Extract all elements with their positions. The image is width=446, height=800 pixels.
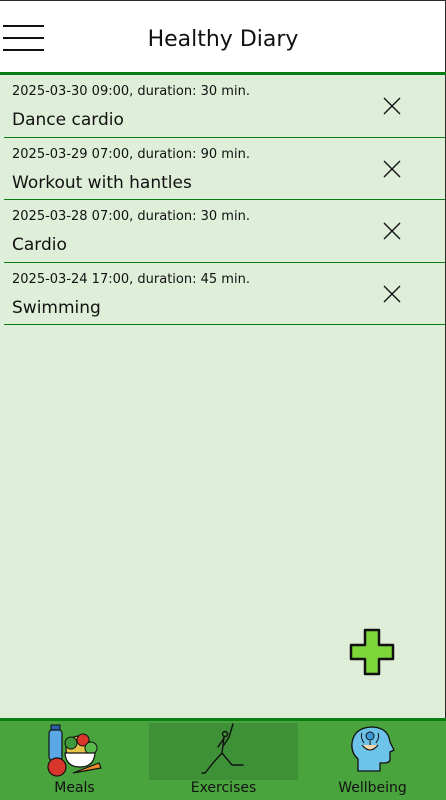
meals-icon (46, 724, 102, 777)
entry-meta: 2025-03-30 09:00, duration: 30 min. (12, 84, 250, 99)
app-header: Healthy Diary (0, 1, 445, 72)
nav-label: Meals (54, 780, 95, 796)
close-icon (383, 285, 401, 302)
entry-name: Cardio (12, 235, 67, 255)
delete-entry-button[interactable] (382, 221, 402, 241)
delete-entry-button[interactable] (382, 159, 402, 179)
close-icon (383, 160, 401, 177)
nav-item-meals[interactable]: Meals (0, 721, 149, 800)
nav-label: Exercises (190, 780, 257, 796)
entry-meta: 2025-03-29 07:00, duration: 90 min. (12, 146, 250, 162)
entry-meta: 2025-03-28 07:00, duration: 30 min. (12, 209, 250, 224)
entry-meta: 2025-03-24 17:00, duration: 45 min. (12, 271, 250, 287)
list-item[interactable]: 2025-03-30 09:00, duration: 30 min. Danc… (4, 75, 445, 138)
nav-item-exercises[interactable]: Exercises (149, 721, 298, 800)
bottom-navigation: Meals Exercises Wellbeing (0, 721, 446, 800)
list-item[interactable]: 2025-03-29 07:00, duration: 90 min. Work… (4, 138, 445, 200)
nav-label: Wellbeing (338, 780, 407, 796)
close-icon (383, 222, 401, 240)
exercise-list: 2025-03-30 09:00, duration: 30 min. Danc… (4, 75, 445, 325)
add-exercise-button[interactable] (348, 627, 396, 677)
wellbeing-icon (350, 726, 395, 772)
exercise-list-area: 2025-03-30 09:00, duration: 30 min. Danc… (0, 75, 445, 720)
close-icon (383, 97, 401, 115)
entry-name: Dance cardio (12, 110, 124, 130)
entry-name: Swimming (12, 297, 101, 318)
delete-entry-button[interactable] (382, 284, 402, 304)
plus-icon (349, 628, 395, 676)
exercise-icon (200, 723, 244, 774)
nav-item-wellbeing[interactable]: Wellbeing (298, 721, 446, 800)
list-item[interactable]: 2025-03-28 07:00, duration: 30 min. Card… (4, 200, 445, 263)
list-item[interactable]: 2025-03-24 17:00, duration: 45 min. Swim… (4, 263, 445, 325)
delete-entry-button[interactable] (382, 96, 402, 116)
entry-name: Workout with hantles (12, 172, 192, 193)
page-title: Healthy Diary (147, 27, 299, 52)
